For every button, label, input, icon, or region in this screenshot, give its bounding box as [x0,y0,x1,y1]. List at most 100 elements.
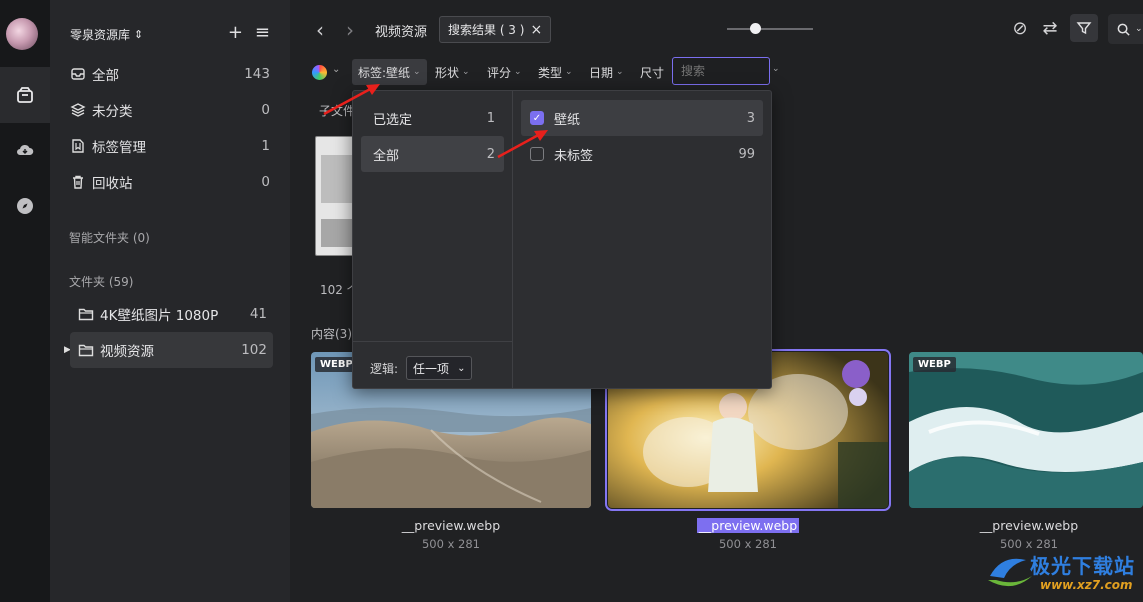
switch-icon: ⇕ [134,28,144,41]
rating-filter-button[interactable]: 评分 ⌄ [481,59,528,85]
nav-item-trash[interactable]: 回收站 0 [70,167,270,197]
topbar: ‹ › 视频资源 搜索结果 ( 3 ) × ⊘ ⇄ ⌄ [290,0,1143,56]
folders-label[interactable]: 文件夹 (59) [69,273,133,290]
filter-label: 日期 [589,65,614,80]
folder-icon [78,306,94,322]
folder-icon [78,342,94,358]
rail-cloud-button[interactable] [0,122,50,178]
layers-icon [70,102,86,118]
checkbox-checked[interactable]: ✓ [530,111,544,125]
folder-name: 视频资源 [100,344,154,360]
filter-label: 标签:壁纸 [358,65,411,80]
filter-label: 类型 [538,65,563,80]
inbox-icon [70,66,86,82]
size-filter-button[interactable]: 尺寸 [634,59,670,85]
scope-label: 全部 [373,148,400,164]
watermark-url: www.xz7.com [1040,578,1133,592]
wave-thumbnail [909,352,1143,508]
search-icon [1117,23,1130,36]
folder-count: 102 [241,342,267,358]
nav-count: 0 [261,174,270,190]
nav-label: 全部 [92,68,119,84]
scope-label: 已选定 [373,112,413,128]
asset-name: __preview.webp [401,518,501,533]
forward-arrow-icon[interactable]: › [346,18,354,42]
breadcrumb[interactable]: 视频资源 [375,21,427,40]
search-toggle[interactable]: ⌄ [1108,14,1143,44]
filter-label: 评分 [487,65,512,80]
tag-label: 壁纸 [554,112,581,128]
compass-icon [17,198,33,214]
zoom-slider-handle[interactable] [750,23,761,34]
subfolder-label: 子文件 [319,104,356,118]
trash-icon [70,174,86,190]
scope-count: 1 [486,110,495,126]
filter-icon[interactable] [1070,14,1098,42]
watermark-text: 极光下载站 [1030,554,1135,578]
nav-label: 未分类 [92,104,133,120]
back-arrow-icon[interactable]: ‹ [316,18,324,42]
avatar[interactable] [6,18,38,50]
tab-search-results[interactable]: 搜索结果 ( 3 ) × [439,16,552,43]
zoom-slider[interactable] [727,28,813,30]
no-filter-icon[interactable]: ⊘ [1008,16,1032,40]
chevron-down-icon: ⌄ [514,67,522,77]
tag-list: ✓ 壁纸 3 未标签 99 [521,91,771,388]
asset-card[interactable]: WEBP [909,352,1143,508]
chevron-down-icon[interactable]: ⌄ [332,64,340,75]
swap-icon[interactable]: ⇄ [1038,16,1062,40]
smart-folders-label[interactable]: 智能文件夹 (0) [69,229,150,246]
menu-icon[interactable]: ≡ [255,24,270,42]
nav-count: 143 [244,66,270,82]
filter-label: 形状 [435,65,460,80]
nav-item-tag-manager[interactable]: 标签管理 1 [70,131,270,161]
asset-dimensions: 500 x 281 [718,537,778,551]
tag-filter-button[interactable]: 标签:壁纸 ⌄ [352,59,427,85]
asset-name: __preview.webp [979,518,1079,533]
chevron-down-icon: ⌄ [616,67,624,77]
nav-item-uncategorized[interactable]: 未分类 0 [70,95,270,125]
filter-search-input[interactable] [672,57,770,85]
filter-bar: ⌄ 标签:壁纸⌄ 形状⌄ 评分⌄ 类型⌄ 日期⌄ 尺寸 ⌄ [290,56,1143,90]
nav-item-all[interactable]: 全部 143 [70,59,270,89]
shape-filter-button[interactable]: 形状 ⌄ [429,59,476,85]
library-switcher[interactable]: 零泉资源库 ⇕ [70,26,143,43]
logic-label: 逻辑: [370,361,399,376]
add-icon[interactable]: + [228,24,243,42]
logic-select[interactable]: 任一项 ⌄ [406,356,473,380]
chevron-down-icon: ⌄ [1135,24,1143,34]
checkbox-unchecked[interactable] [530,147,544,161]
cloud-icon [17,144,34,155]
format-badge: WEBP [913,357,956,372]
tag-option-untagged[interactable]: 未标签 99 [521,136,763,172]
type-filter-button[interactable]: 类型 ⌄ [532,59,579,85]
chevron-down-icon[interactable]: ⌄ [772,64,780,74]
logic-control: 逻辑: 任一项 ⌄ [370,356,473,380]
scope-selected[interactable]: 已选定 1 [361,100,504,136]
library-title: 零泉资源库 [70,28,131,42]
nav-count: 0 [261,102,270,118]
tag-label: 未标签 [554,148,594,164]
tab-label: 搜索结果 ( 3 ) [448,23,525,37]
chevron-down-icon: ⌄ [457,362,466,374]
nav-count: 1 [261,138,270,154]
logic-value: 任一项 [413,361,450,376]
rail-discover-button[interactable] [0,178,50,234]
chevron-down-icon: ⌄ [565,67,573,77]
chevron-down-icon: ⌄ [462,67,470,77]
close-icon[interactable]: × [530,22,542,38]
folder-item-video-resources[interactable]: 视频资源 102 [70,332,273,368]
folder-name: 4K壁纸图片 1080P [100,308,219,324]
scope-all[interactable]: 全部 2 [361,136,504,172]
asset-name: __preview.webp [608,518,888,533]
tag-scope-list: 已选定 1 全部 2 逻辑: 任一项 ⌄ [353,91,513,388]
filter-label: 尺寸 [640,65,665,80]
sidebar: 零泉资源库 ⇕ + ≡ 全部 143 未分类 0 标签管理 1 回收站 0 智能… [50,0,290,602]
tag-option-wallpaper[interactable]: ✓ 壁纸 3 [521,100,763,136]
rail-library-button[interactable] [0,67,50,123]
date-filter-button[interactable]: 日期 ⌄ [583,59,630,85]
folder-item-4k-wallpaper[interactable]: 4K壁纸图片 1080P 41 [70,296,273,332]
color-filter-icon[interactable] [312,65,327,80]
tag-count: 99 [738,146,755,162]
library-icon [17,87,33,103]
